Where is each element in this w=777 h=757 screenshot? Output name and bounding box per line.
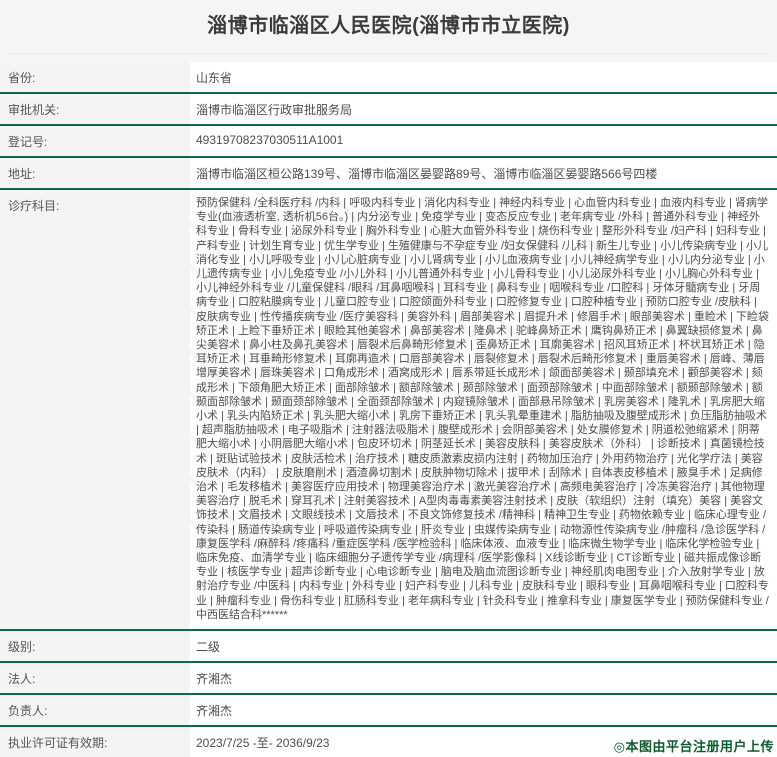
row-label: 省份: (0, 62, 190, 92)
row-value: 山东省 (190, 62, 777, 92)
row-value: 淄博市临淄区行政审批服务局 (190, 94, 777, 124)
row-label: 审批机关: (0, 94, 190, 124)
table-row-address: 地址: 淄博市临淄区桓公路139号、淄博市临淄区晏婴路89号、淄博市临淄区晏婴路… (0, 158, 777, 190)
row-label: 级别: (0, 631, 190, 661)
row-label: 法人: (0, 663, 190, 693)
row-label: 执业许可证有效期: (0, 727, 190, 757)
table-row-clinical-departments: 诊疗科目: 预防保健科 /全科医疗科 /内科 | 呼吸内科专业 | 消化内科专业… (0, 190, 777, 631)
row-label: 诊疗科目: (0, 190, 190, 629)
info-table: 省份: 山东省 审批机关: 淄博市临淄区行政审批服务局 登记号: 4931970… (0, 62, 777, 757)
table-row-approval-authority: 审批机关: 淄博市临淄区行政审批服务局 (0, 94, 777, 126)
table-row-license-validity: 执业许可证有效期: 2023/7/25 -至- 2036/9/23 (0, 727, 777, 757)
row-value: 齐湘杰 (190, 663, 777, 693)
row-value: 49319708237030511A1001 (190, 126, 777, 156)
row-value: 二级 (190, 631, 777, 661)
page-title: 淄博市临淄区人民医院(淄博市市立医院) (0, 0, 777, 38)
row-value: 预防保健科 /全科医疗科 /内科 | 呼吸内科专业 | 消化内科专业 | 神经内… (190, 190, 777, 629)
table-row-province: 省份: 山东省 (0, 62, 777, 94)
table-row-person-in-charge: 负责人: 齐湘杰 (0, 695, 777, 727)
row-value: 2023/7/25 -至- 2036/9/23 (190, 727, 777, 757)
title-band: 淄博市临淄区人民医院(淄博市市立医院) (0, 0, 777, 62)
row-value: 淄博市临淄区桓公路139号、淄博市临淄区晏婴路89号、淄博市临淄区晏婴路566号… (190, 158, 777, 188)
row-label: 地址: (0, 158, 190, 188)
table-row-registration-number: 登记号: 49319708237030511A1001 (0, 126, 777, 158)
table-row-level: 级别: 二级 (0, 631, 777, 663)
hospital-info-page: 淄博市临淄区人民医院(淄博市市立医院) 省份: 山东省 审批机关: 淄博市临淄区… (0, 0, 777, 757)
row-label: 登记号: (0, 126, 190, 156)
row-label: 负责人: (0, 695, 190, 725)
row-value: 齐湘杰 (190, 695, 777, 725)
table-row-legal-person: 法人: 齐湘杰 (0, 663, 777, 695)
